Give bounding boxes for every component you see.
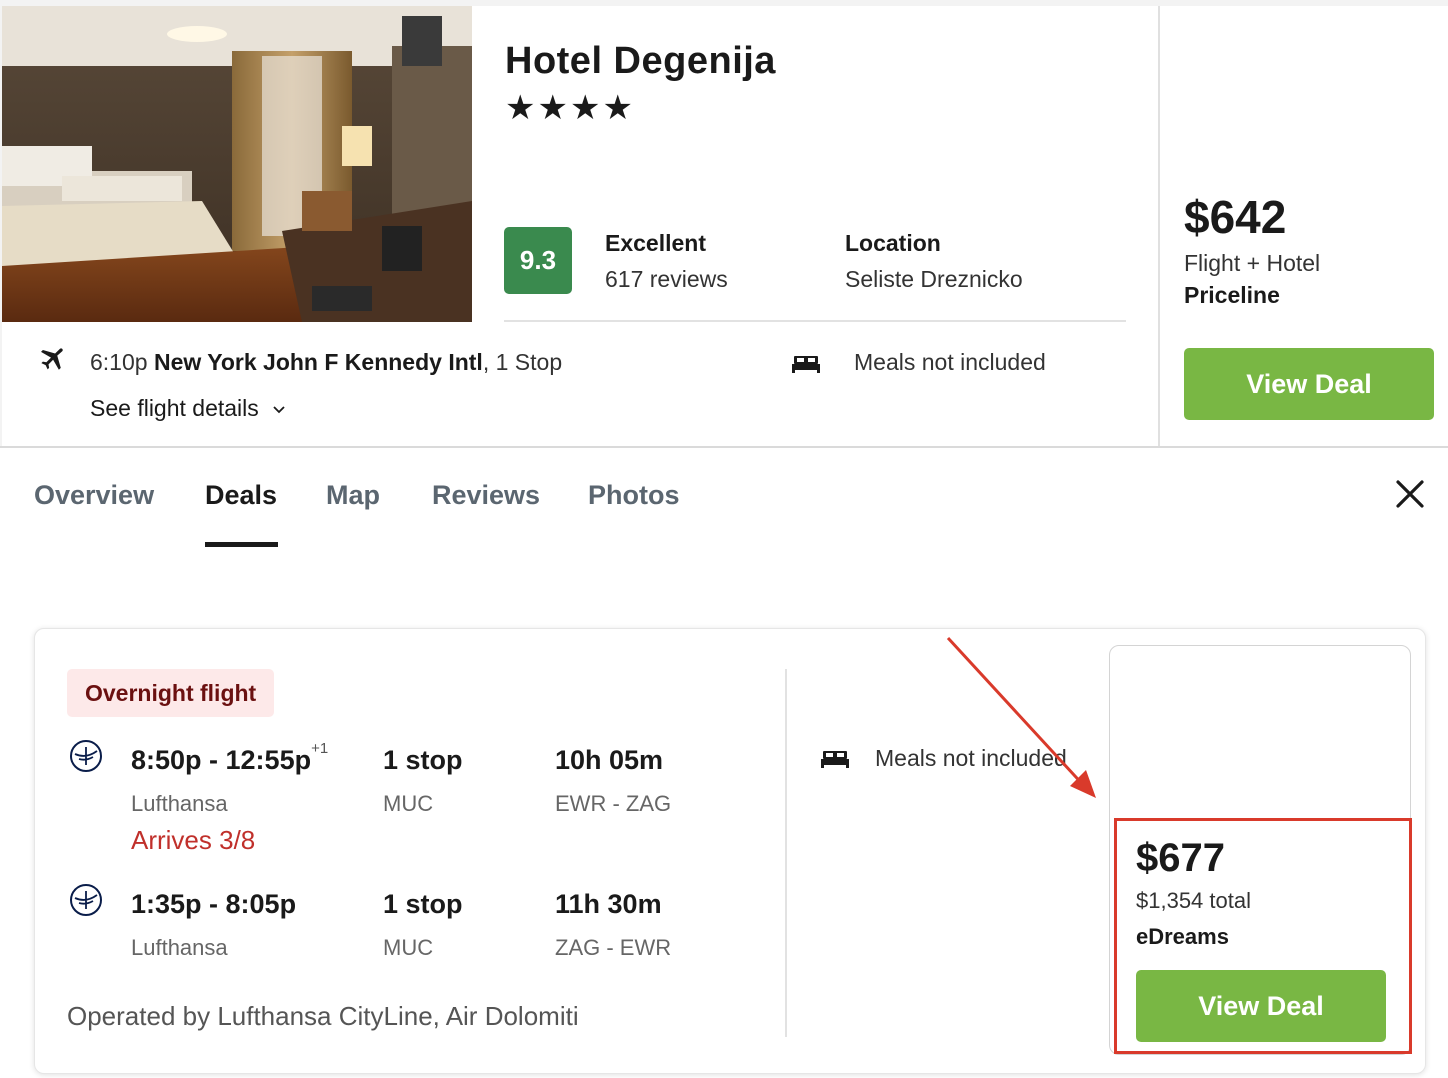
see-flight-details-label: See flight details (90, 395, 259, 421)
divider (785, 669, 787, 1037)
bed-icon (792, 356, 820, 373)
departure-time: 6:10p (90, 349, 148, 375)
rating-label: Excellent (605, 230, 706, 256)
bed-icon (821, 751, 849, 768)
plus-day-indicator: +1 (311, 740, 329, 757)
tab-photos[interactable]: Photos (588, 480, 680, 511)
package-type: Flight + Hotel (1184, 250, 1321, 276)
divider (1158, 6, 1160, 446)
review-score-badge: 9.3 (504, 227, 572, 294)
leg-2-stops: 1 stop (383, 889, 463, 919)
stop-count: , 1 Stop (482, 349, 563, 375)
review-count[interactable]: 617 reviews (605, 266, 728, 293)
location-value: Seliste Dreznicko (845, 266, 1023, 292)
active-tab-indicator (205, 542, 278, 547)
location-label: Location (845, 230, 941, 256)
annotation-highlight-box (1114, 818, 1412, 1054)
leg-2-duration: 11h 30m (555, 889, 662, 919)
hotel-card: Hotel Degenija ★★★★ 9.3 Excellent 617 re… (2, 6, 1448, 446)
leg-2-airline: Lufthansa (131, 935, 228, 960)
leg-1-stops: 1 stop (383, 745, 463, 775)
flight-summary: 6:10p New York John F Kennedy Intl, 1 St… (90, 349, 562, 376)
lufthansa-logo-icon (70, 740, 102, 772)
leg-1-time-range: 8:50p - 12:55p (131, 745, 312, 775)
view-deal-button[interactable]: View Deal (1184, 348, 1434, 420)
see-flight-details-link[interactable]: See flight details (90, 395, 287, 422)
hotel-name[interactable]: Hotel Degenija (505, 40, 776, 83)
leg-1-duration: 10h 05m (555, 745, 664, 775)
overnight-flight-badge: Overnight flight (67, 669, 275, 717)
leg-1-times: 8:50p - 12:55p+1 (131, 740, 328, 776)
hotel-photo[interactable] (2, 6, 472, 322)
leg-1-arrival-date: Arrives 3/8 (131, 825, 256, 855)
leg-2-route: ZAG - EWR (555, 935, 672, 960)
close-icon[interactable] (1392, 476, 1428, 512)
departure-airport: New York John F Kennedy Intl (153, 349, 483, 375)
airplane-icon (41, 348, 63, 370)
star-rating: ★★★★ (505, 89, 635, 127)
leg-2-stop-airport: MUC (383, 935, 434, 960)
leg-2-times: 1:35p - 8:05p (131, 889, 297, 919)
tab-deals[interactable]: Deals (205, 480, 277, 511)
divider (504, 320, 1126, 322)
tab-overview[interactable]: Overview (34, 480, 154, 511)
leg-1-stop-airport: MUC (383, 791, 434, 816)
annotation-arrow (946, 636, 1096, 798)
meals-info: Meals not included (854, 349, 1046, 375)
leg-1-airline: Lufthansa (131, 791, 228, 816)
lufthansa-logo-icon (70, 884, 102, 916)
tab-reviews[interactable]: Reviews (432, 480, 540, 511)
operated-by: Operated by Lufthansa CityLine, Air Dolo… (67, 1001, 579, 1031)
leg-1-route: EWR - ZAG (555, 791, 672, 816)
chevron-down-icon (273, 406, 285, 414)
package-provider: Priceline (1184, 282, 1280, 308)
package-price: $642 (1184, 191, 1287, 243)
tab-map[interactable]: Map (326, 480, 380, 511)
